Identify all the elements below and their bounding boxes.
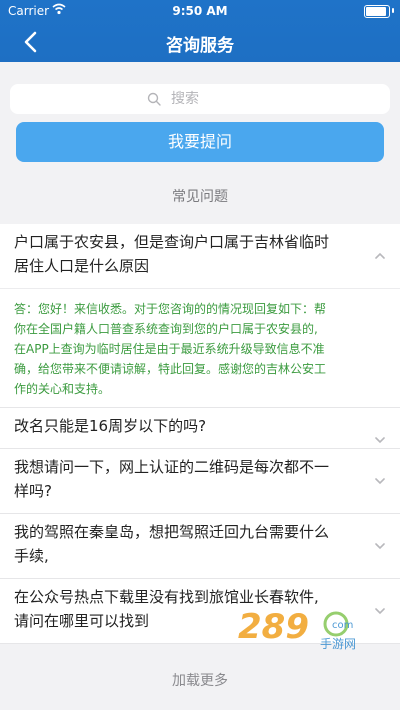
battery-tip (392, 8, 394, 13)
chevron-down-icon[interactable] (374, 434, 386, 446)
faq-list: 户口属于农安县，但是查询户口属于吉林省临时 居住人口是什么原因 答：您好！来信收悉。… (0, 224, 400, 644)
faq-question-line: 我的驾照在秦皇岛，想把驾照迁回九台需要什么 (14, 523, 330, 541)
faq-answer-line: 答：您好！来信收悉。对于您咨询的的情况现回复如下：帮 (14, 302, 327, 316)
watermark-number: 289 (238, 607, 309, 647)
search-input[interactable] (169, 90, 253, 108)
watermark-suffix: com (332, 620, 353, 631)
faq-question-line: 户口属于农安县，但是查询户口属于吉林省临时 (14, 233, 330, 251)
ask-question-button[interactable]: 我要提问 (16, 122, 384, 162)
faq-question: 改名只能是16周岁以下的吗? (0, 408, 400, 448)
top-bar: Carrier 9:50 AM 咨询服务 (0, 0, 400, 62)
chevron-up-icon[interactable] (374, 250, 386, 262)
faq-section-title: 常见问题 (172, 189, 228, 205)
faq-answer-line: 你在全国户籍人口普查系统查询到您的户口属于农安县的, (14, 322, 318, 336)
faq-question: 我想请问一下，网上认证的二维码是每次都不一 样吗? (0, 449, 400, 513)
faq-answer-line: 在APP上查询为临时居住是由于最近系统升级导致信息不准 (14, 342, 325, 356)
faq-question-line: 改名只能是16周岁以下的吗? (14, 417, 207, 435)
faq-question-line: 样吗? (14, 482, 52, 500)
watermark-logo: 289 com 手游网 (232, 604, 392, 651)
status-bar: Carrier 9:50 AM (0, 0, 400, 22)
faq-answer-line: 作的关心和支持。 (14, 382, 111, 396)
search-bar[interactable] (10, 84, 390, 114)
clock: 9:50 AM (172, 4, 228, 18)
faq-item[interactable]: 改名只能是16周岁以下的吗? (0, 408, 400, 449)
chevron-down-icon[interactable] (374, 475, 386, 487)
faq-answer-line: 确，给您带来不便请谅解，特此回复。感谢您的吉林公安工 (14, 362, 327, 376)
battery-icon (364, 5, 390, 18)
faq-item[interactable]: 我的驾照在秦皇岛，想把驾照迁回九台需要什么 手续, (0, 514, 400, 579)
faq-item[interactable]: 我想请问一下，网上认证的二维码是每次都不一 样吗? (0, 449, 400, 514)
watermark-cn: 手游网 (320, 637, 356, 650)
search-icon (147, 92, 161, 106)
navigation-bar: 咨询服务 (0, 22, 400, 62)
faq-question: 户口属于农安县，但是查询户口属于吉林省临时 居住人口是什么原因 (0, 224, 400, 288)
page-title: 咨询服务 (166, 36, 234, 56)
faq-question-line: 居住人口是什么原因 (14, 257, 150, 275)
faq-answer: 答：您好！来信收悉。对于您咨询的的情况现回复如下：帮 你在全国户籍人口普查系统查询… (0, 289, 400, 407)
faq-question: 我的驾照在秦皇岛，想把驾照迁回九台需要什么 手续, (0, 514, 400, 578)
faq-question-line: 手续, (14, 547, 49, 565)
faq-question-line: 我想请问一下，网上认证的二维码是每次都不一 (14, 458, 330, 476)
faq-item[interactable]: 户口属于农安县，但是查询户口属于吉林省临时 居住人口是什么原因 答：您好！来信收悉。… (0, 224, 400, 408)
load-more-button[interactable]: 加载更多 (0, 652, 400, 710)
battery-fill (366, 7, 386, 16)
chevron-down-icon[interactable] (374, 540, 386, 552)
